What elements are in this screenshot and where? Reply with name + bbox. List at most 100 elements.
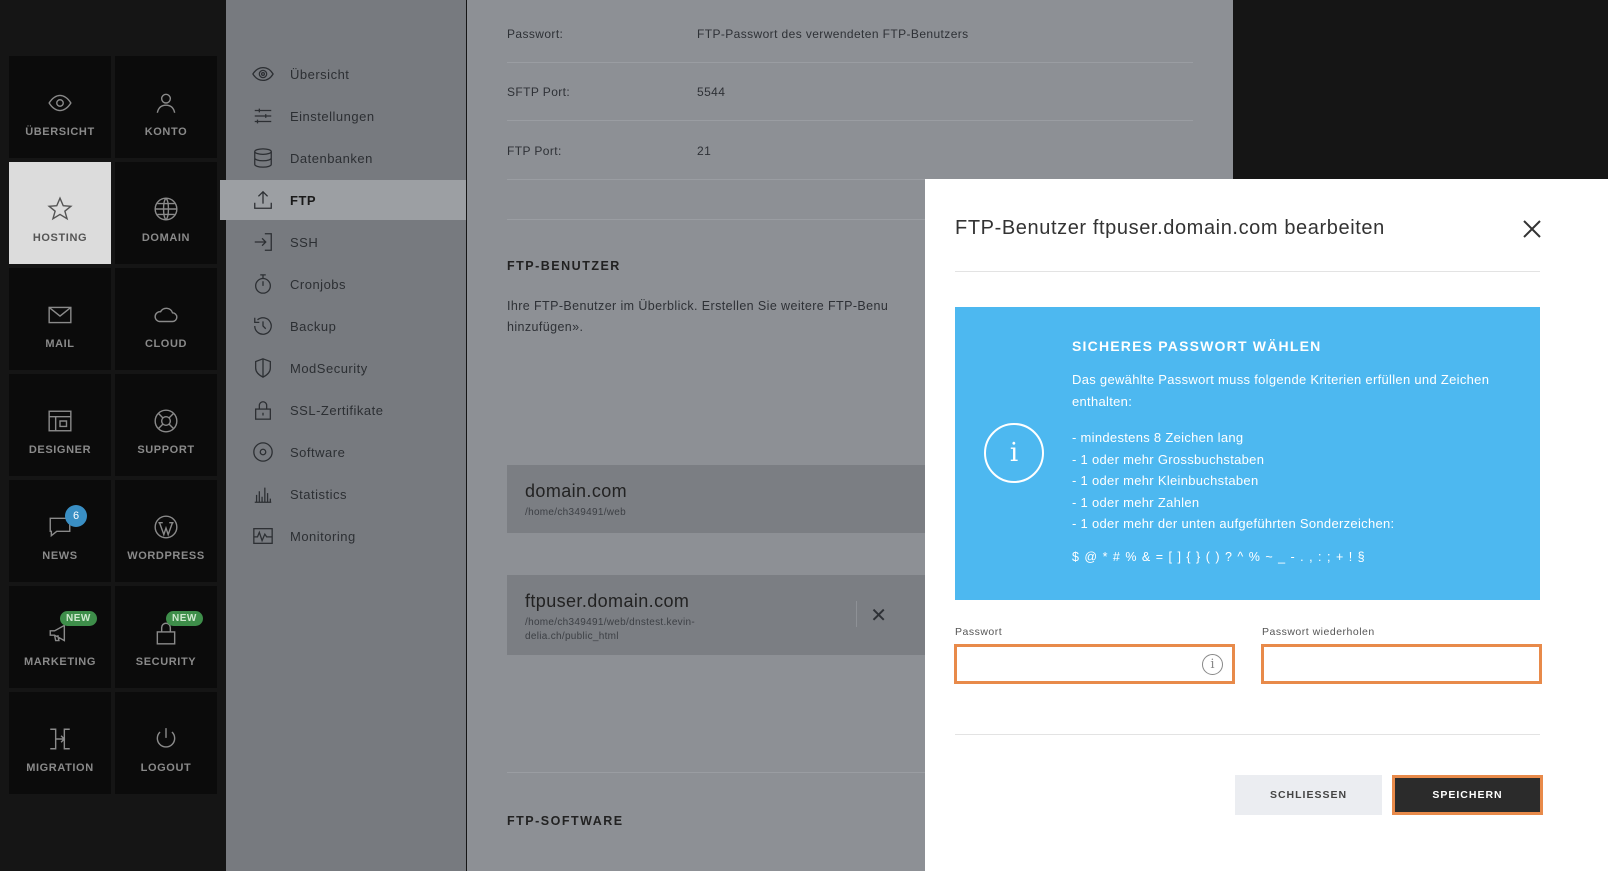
- history-icon: [254, 317, 272, 335]
- modal-title: FTP-Benutzer ftpuser.domain.com bearbeit…: [955, 217, 1385, 239]
- subnav-item-label: Cronjobs: [290, 276, 347, 292]
- nav-tile-wordpress[interactable]: WORDPRESS: [115, 480, 217, 582]
- nav-tile-designer[interactable]: DESIGNER: [9, 374, 111, 476]
- subnav-item-uebersicht[interactable]: Übersicht: [226, 54, 466, 94]
- main-tile-nav: ÜBERSICHT KONTO HOSTING DOMAIN MAIL CLOU…: [9, 56, 217, 794]
- ftp-users-description-line: hinzufügen».: [507, 320, 584, 334]
- close-button[interactable]: SCHLIESSEN: [1235, 775, 1382, 815]
- nav-tile-domain[interactable]: DOMAIN: [115, 162, 217, 264]
- subnav-item-statistics[interactable]: Statistics: [226, 474, 466, 514]
- ftp-user-card[interactable]: domain.com /home/ch349491/web: [507, 465, 927, 533]
- subnav-item-monitoring[interactable]: Monitoring: [226, 516, 466, 556]
- modal-divider: [955, 271, 1540, 272]
- cloud-icon: [153, 302, 179, 328]
- hosting-subnav: Übersicht Einstellungen Datenbanken FTP …: [220, 0, 466, 871]
- nav-tile-logout[interactable]: LOGOUT: [115, 692, 217, 794]
- nav-tile-label: WORDPRESS: [127, 550, 205, 562]
- nav-tile-marketing[interactable]: NEW MARKETING: [9, 586, 111, 688]
- layout-icon: [47, 408, 73, 434]
- save-button[interactable]: SPEICHERN: [1392, 775, 1543, 815]
- ftp-user-card-path: /home/ch349491/web: [525, 507, 627, 518]
- bar-chart-icon: [254, 487, 272, 503]
- pulse-icon: [253, 528, 273, 544]
- subnav-item-label: SSL-Zertifikate: [290, 402, 384, 418]
- delete-icon[interactable]: ✕: [870, 603, 887, 628]
- nav-tile-news[interactable]: 6 NEWS: [9, 480, 111, 582]
- nav-tile-label: MARKETING: [23, 656, 96, 668]
- info-row-sftp-port: SFTP Port: 5544: [507, 63, 1193, 121]
- password-info-text: Das gewählte Passwort muss folgende Krit…: [1072, 372, 1490, 409]
- edit-ftp-user-modal: FTP-Benutzer ftpuser.domain.com bearbeit…: [925, 179, 1608, 871]
- password-info-icon[interactable]: i: [1202, 654, 1223, 675]
- lifebuoy-icon: [153, 408, 179, 434]
- ftp-users-description: Ihre FTP-Benutzer im Überblick. Erstelle…: [507, 296, 947, 338]
- password-criteria-list: - mindestens 8 Zeichen lang - 1 oder meh…: [1072, 427, 1394, 535]
- nav-tile-migration[interactable]: MIGRATION: [9, 692, 111, 794]
- subnav-item-ftp[interactable]: FTP: [220, 180, 466, 220]
- ftp-user-card[interactable]: ftpuser.domain.com /home/ch349491/web/dn…: [507, 575, 927, 655]
- info-row-value: 5544: [697, 84, 726, 99]
- password-label: Passwort: [955, 626, 1003, 638]
- nav-tile-label: NEWS: [42, 550, 78, 562]
- ftp-software-heading: FTP-SOFTWARE: [507, 814, 624, 828]
- subnav-item-software[interactable]: Software: [226, 432, 466, 472]
- ftp-user-card-title: domain.com: [525, 481, 628, 501]
- subnav-item-label: Backup: [290, 318, 337, 334]
- nav-tile-label: KONTO: [144, 126, 188, 138]
- new-badge: NEW: [60, 611, 97, 626]
- password-criterion: - 1 oder mehr Zahlen: [1072, 494, 1200, 510]
- subnav-item-label: Monitoring: [290, 528, 356, 544]
- stopwatch-icon: [255, 274, 271, 294]
- eye-icon: [47, 90, 73, 116]
- close-icon[interactable]: [1522, 219, 1542, 239]
- news-count-badge: 6: [65, 505, 87, 527]
- password-repeat-label: Passwort wiederholen: [1262, 626, 1375, 638]
- nav-tile-label: MAIL: [45, 338, 75, 350]
- password-criterion: - 1 oder mehr Kleinbuchstaben: [1072, 473, 1259, 488]
- ftp-user-card-path: /home/ch349491/web/dnstest.kevin-delia.c…: [525, 617, 695, 642]
- subnav-item-backup[interactable]: Backup: [226, 306, 466, 346]
- password-criterion: - 1 oder mehr Grossbuchstaben: [1072, 451, 1265, 467]
- special-characters: $ @ * # % & = [ ] { } ( ) ? ^ % ~ _ - . …: [1072, 550, 1366, 564]
- nav-tile-mail[interactable]: MAIL: [9, 268, 111, 370]
- nav-tile-label: ÜBERSICHT: [25, 126, 95, 138]
- subnav-item-datenbanken[interactable]: Datenbanken: [226, 138, 466, 178]
- nav-tile-konto[interactable]: KONTO: [115, 56, 217, 158]
- info-row-label: Passwort:: [507, 26, 564, 41]
- subnav-item-cronjobs[interactable]: Cronjobs: [226, 264, 466, 304]
- subnav-item-einstellungen[interactable]: Einstellungen: [226, 96, 466, 136]
- info-row-label: SFTP Port:: [507, 84, 571, 99]
- padlock-icon: [255, 401, 271, 420]
- modal-divider: [955, 734, 1540, 735]
- info-row-value: FTP-Passwort des verwendeten FTP-Benutze…: [697, 26, 969, 41]
- nav-tile-support[interactable]: SUPPORT: [115, 374, 217, 476]
- password-input[interactable]: [954, 644, 1235, 684]
- nav-tile-security[interactable]: NEW SECURITY: [115, 586, 217, 688]
- subnav-item-ssl-zertifikate[interactable]: SSL-Zertifikate: [226, 390, 466, 430]
- password-info-title: SICHERES PASSWORT WÄHLEN: [1072, 338, 1322, 354]
- nav-tile-cloud[interactable]: CLOUD: [115, 268, 217, 370]
- nav-tile-hosting[interactable]: HOSTING: [9, 162, 111, 264]
- disc-icon: [253, 442, 273, 462]
- mail-icon: [47, 302, 73, 328]
- sliders-icon: [254, 108, 272, 124]
- globe-icon: [153, 196, 179, 222]
- nav-tile-uebersicht[interactable]: ÜBERSICHT: [9, 56, 111, 158]
- database-icon: [254, 148, 272, 168]
- nav-tile-label: MIGRATION: [26, 762, 94, 774]
- subnav-item-label: Software: [290, 444, 346, 460]
- subnav-item-ssh[interactable]: SSH: [226, 222, 466, 262]
- shield-icon: [255, 358, 271, 378]
- migration-icon: [47, 726, 73, 752]
- ftp-user-card-title: ftpuser.domain.com: [525, 591, 690, 611]
- subnav-item-label: Statistics: [290, 486, 348, 502]
- subnav-item-modsecurity[interactable]: ModSecurity: [226, 348, 466, 388]
- ftp-users-description-line: Ihre FTP-Benutzer im Überblick. Erstelle…: [507, 299, 889, 313]
- power-icon: [153, 726, 179, 752]
- subnav-item-label: Übersicht: [290, 66, 350, 82]
- upload-icon: [254, 190, 272, 209]
- new-badge: NEW: [166, 611, 203, 626]
- nav-tile-label: DESIGNER: [28, 444, 92, 456]
- password-repeat-input[interactable]: [1261, 644, 1542, 684]
- star-icon: [47, 196, 73, 222]
